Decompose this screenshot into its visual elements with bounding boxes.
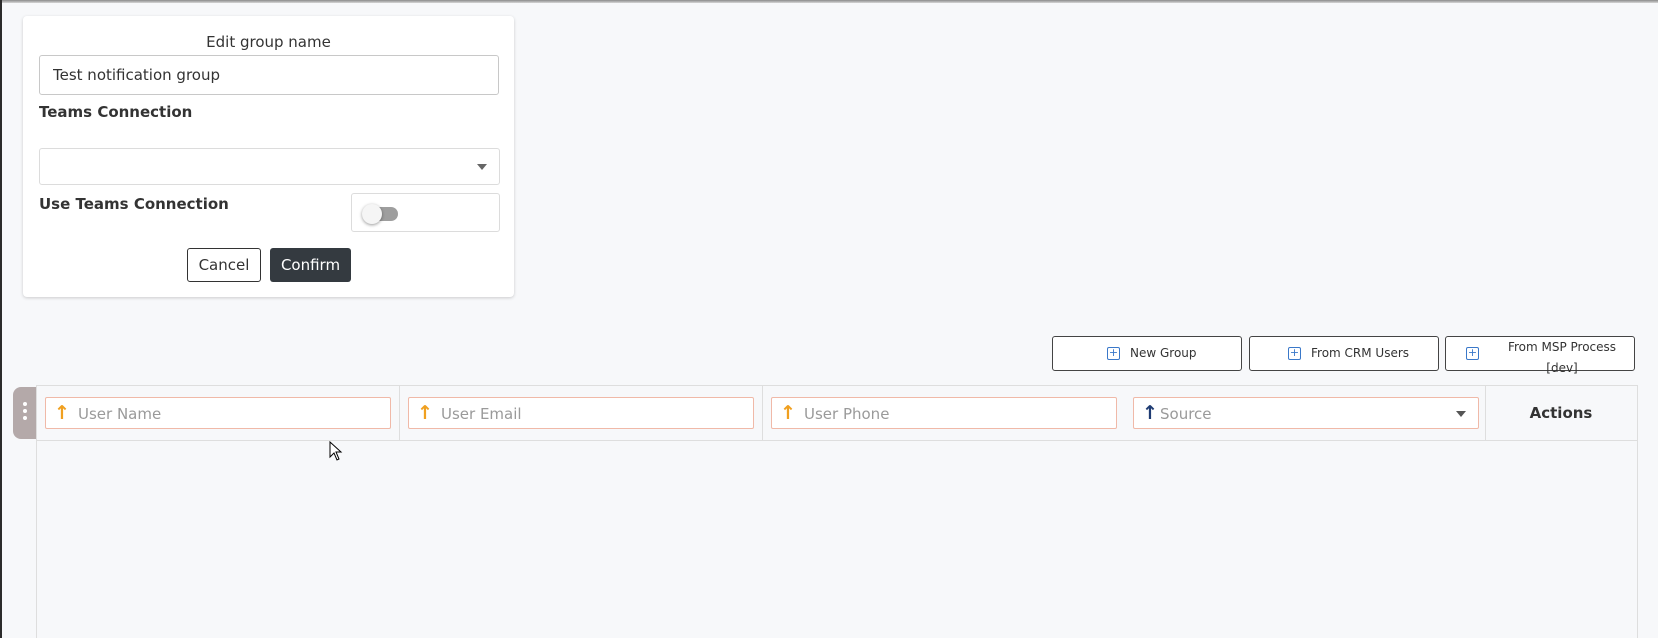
actions-column-header: Actions	[1529, 404, 1593, 422]
column-user-name: ↑ User Name	[37, 386, 400, 441]
vertical-dots-icon	[23, 402, 27, 423]
chevron-down-icon	[477, 164, 487, 170]
plus-square-icon: +	[1107, 346, 1120, 360]
sort-arrow-up-icon[interactable]: ↑	[54, 403, 70, 423]
mouse-cursor-icon	[329, 441, 343, 461]
plus-square-icon: +	[1466, 346, 1479, 360]
use-teams-connection-toggle[interactable]	[362, 204, 398, 224]
user-phone-filter[interactable]: ↑ User Phone	[771, 397, 1117, 429]
chevron-down-icon	[1456, 411, 1466, 417]
source-placeholder: Source	[1160, 405, 1212, 423]
new-group-button[interactable]: + New Group	[1052, 336, 1242, 371]
edit-group-card: Edit group name Teams Connection Use Tea…	[23, 16, 514, 297]
window-top-border	[0, 0, 1658, 3]
sort-arrow-up-icon[interactable]: ↑	[417, 403, 433, 423]
edit-group-title: Edit group name	[206, 33, 331, 51]
table-body	[37, 442, 1638, 638]
column-user-phone: ↑ User Phone	[763, 386, 1125, 441]
group-name-input[interactable]	[39, 55, 499, 95]
window-left-border	[0, 0, 2, 638]
from-msp-process-button[interactable]: + From MSP Process [dev]	[1445, 336, 1635, 375]
from-msp-process-line2: [dev]	[1546, 361, 1578, 375]
plus-square-icon: +	[1288, 346, 1301, 360]
cancel-button[interactable]: Cancel	[187, 248, 261, 282]
table-menu-handle[interactable]	[13, 387, 37, 439]
source-filter-select[interactable]: ↑ Source	[1133, 397, 1479, 429]
column-source: ↑ Source	[1125, 386, 1486, 441]
user-email-placeholder: User Email	[441, 405, 522, 423]
user-phone-placeholder: User Phone	[804, 405, 890, 423]
sort-arrow-up-icon[interactable]: ↑	[1142, 403, 1158, 423]
teams-connection-select[interactable]	[39, 148, 500, 185]
sort-arrow-up-icon[interactable]: ↑	[780, 403, 796, 423]
new-group-label: New Group	[1130, 346, 1197, 360]
confirm-button[interactable]: Confirm	[270, 248, 351, 282]
toggle-knob	[362, 204, 382, 224]
from-crm-users-label: From CRM Users	[1311, 346, 1410, 360]
users-table: ↑ User Name ↑ User Email ↑ User Phone ↑ …	[36, 385, 1638, 638]
table-header: ↑ User Name ↑ User Email ↑ User Phone ↑ …	[37, 386, 1638, 441]
teams-connection-label: Teams Connection	[39, 103, 193, 121]
from-msp-process-line1: From MSP Process	[1507, 340, 1617, 354]
use-teams-connection-field	[351, 193, 500, 232]
use-teams-connection-label: Use Teams Connection	[39, 195, 229, 213]
column-user-email: ↑ User Email	[400, 386, 763, 441]
user-name-placeholder: User Name	[78, 405, 162, 423]
from-msp-process-label: From MSP Process [dev]	[1492, 337, 1632, 379]
from-crm-users-button[interactable]: + From CRM Users	[1249, 336, 1439, 371]
user-email-filter[interactable]: ↑ User Email	[408, 397, 754, 429]
user-name-filter[interactable]: ↑ User Name	[45, 397, 391, 429]
